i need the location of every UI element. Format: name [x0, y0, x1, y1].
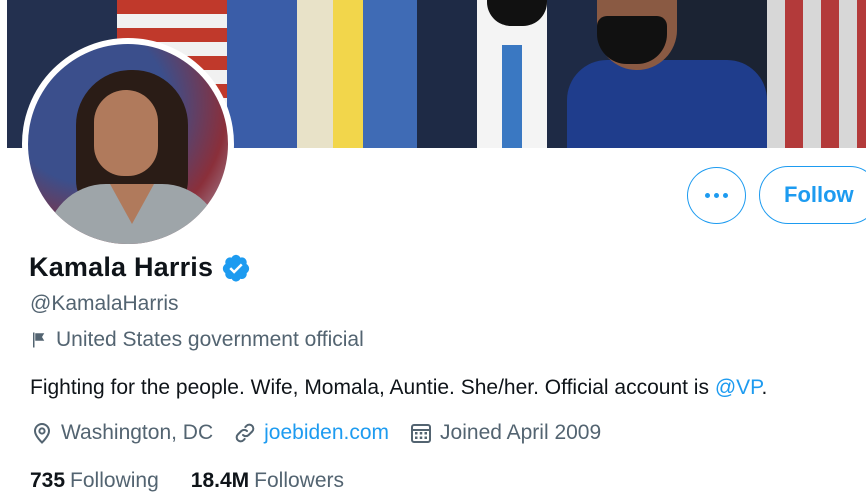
profile-handle: @KamalaHarris	[30, 292, 179, 315]
followers-count: 18.4M	[190, 469, 250, 492]
profile-stats: 735 Following 18.4M Followers	[30, 469, 376, 493]
verified-badge-icon	[223, 254, 250, 281]
joined-label: Joined April 2009	[440, 421, 602, 444]
location-item: Washington, DC	[30, 421, 213, 445]
following-label: Following	[70, 469, 159, 492]
profile-name: Kamala Harris	[29, 252, 214, 282]
more-icon	[705, 193, 728, 198]
flag-icon	[33, 332, 45, 348]
joined-item: Joined April 2009	[409, 421, 601, 445]
website-link[interactable]: joebiden.com	[264, 421, 389, 445]
following-stat[interactable]: 735 Following	[30, 469, 159, 493]
more-options-button[interactable]	[687, 167, 746, 224]
avatar[interactable]	[22, 38, 234, 250]
banner-jacket	[567, 60, 767, 148]
banner-tie	[502, 45, 522, 148]
bio-text: Fighting for the people. Wife, Momala, A…	[30, 376, 715, 399]
avatar-face	[94, 90, 158, 176]
banner-flag-right	[767, 0, 866, 148]
bio-end: .	[761, 376, 768, 399]
location-label: Washington, DC	[61, 421, 214, 444]
link-icon	[235, 423, 255, 443]
profile-category-label: United States government official	[56, 328, 364, 351]
bio-mention-link[interactable]: @VP	[715, 376, 762, 399]
profile-bio: Fighting for the people. Wife, Momala, A…	[30, 376, 767, 400]
following-count: 735	[30, 469, 66, 492]
profile-category: United States government official	[30, 328, 364, 352]
location-pin-icon	[33, 423, 51, 444]
banner-mask-2	[597, 16, 667, 64]
followers-label: Followers	[254, 469, 344, 492]
banner-flag-state	[297, 0, 417, 148]
follow-button[interactable]: Follow	[759, 166, 866, 224]
banner-flag-blue	[227, 0, 297, 148]
followers-stat[interactable]: 18.4M Followers	[191, 469, 344, 493]
profile-name-row: Kamala Harris	[29, 252, 251, 283]
calendar-icon	[411, 424, 432, 443]
profile-meta: Washington, DC joebiden.com Joined April…	[30, 421, 621, 445]
website-item[interactable]: joebiden.com	[233, 421, 389, 445]
